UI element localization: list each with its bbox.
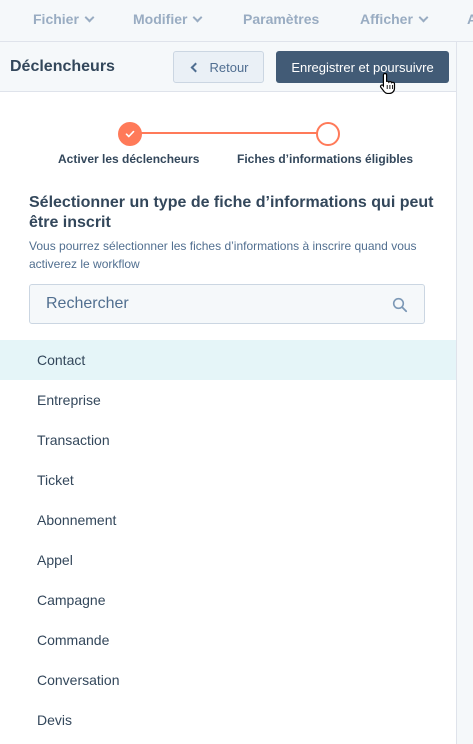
checkmark-icon xyxy=(125,130,135,138)
back-button-label: Retour xyxy=(209,59,249,75)
list-item-entreprise[interactable]: Entreprise xyxy=(0,380,456,420)
menu-modifier[interactable]: Modifier xyxy=(133,10,203,28)
list-item-abonnement[interactable]: Abonnement xyxy=(0,500,456,540)
section-title: Sélectionner un type de fiche d’informat… xyxy=(29,194,434,231)
menu-label: A xyxy=(467,11,473,27)
top-menu-bar: Fichier Modifier Paramètres Afficher A xyxy=(0,0,473,42)
search-input[interactable] xyxy=(30,285,424,323)
list-item-ticket[interactable]: Ticket xyxy=(0,460,456,500)
menu-afficher[interactable]: Afficher xyxy=(360,10,429,28)
list-item-commande[interactable]: Commande xyxy=(0,620,456,660)
list-item-transaction[interactable]: Transaction xyxy=(0,420,456,460)
list-item-conversation[interactable]: Conversation xyxy=(0,660,456,700)
step-label-eligible-records[interactable]: Fiches d’informations éligibles xyxy=(237,152,413,166)
save-and-continue-button[interactable]: Enregistrer et poursuivre xyxy=(276,51,449,83)
menu-label: Paramètres xyxy=(243,11,320,27)
chevron-left-icon xyxy=(191,62,201,72)
search-box xyxy=(29,284,425,324)
step-current-indicator[interactable] xyxy=(316,122,340,146)
search-icon[interactable] xyxy=(392,297,408,313)
menu-label: Afficher xyxy=(360,11,413,27)
progress-stepper: Activer les déclencheurs Fiches d’inform… xyxy=(0,92,456,182)
panel-edge xyxy=(456,42,473,744)
object-type-list: Contact Entreprise Transaction Ticket Ab… xyxy=(0,340,456,740)
panel-title: Déclencheurs xyxy=(10,58,115,75)
menu-fichier[interactable]: Fichier xyxy=(33,10,95,28)
back-button[interactable]: Retour xyxy=(173,51,264,83)
chevron-down-icon xyxy=(193,12,203,22)
step-label-triggers[interactable]: Activer les déclencheurs xyxy=(58,152,199,166)
list-item-contact[interactable]: Contact xyxy=(0,340,456,380)
step-done-indicator[interactable] xyxy=(118,122,142,146)
list-item-devis[interactable]: Devis xyxy=(0,700,456,740)
menu-truncated[interactable]: A xyxy=(467,10,473,28)
section-description: Vous pourrez sélectionner les fiches d’i… xyxy=(29,239,417,271)
chevron-down-icon xyxy=(418,12,429,22)
menu-label: Fichier xyxy=(33,11,79,27)
menu-label: Modifier xyxy=(133,11,188,27)
chevron-down-icon xyxy=(84,12,95,22)
menu-parametres[interactable]: Paramètres xyxy=(243,10,319,28)
stepper-line xyxy=(130,132,328,134)
hand-cursor-icon xyxy=(379,72,396,94)
list-item-appel[interactable]: Appel xyxy=(0,540,456,580)
save-button-label: Enregistrer et poursuivre xyxy=(291,59,434,75)
list-item-campagne[interactable]: Campagne xyxy=(0,580,456,620)
